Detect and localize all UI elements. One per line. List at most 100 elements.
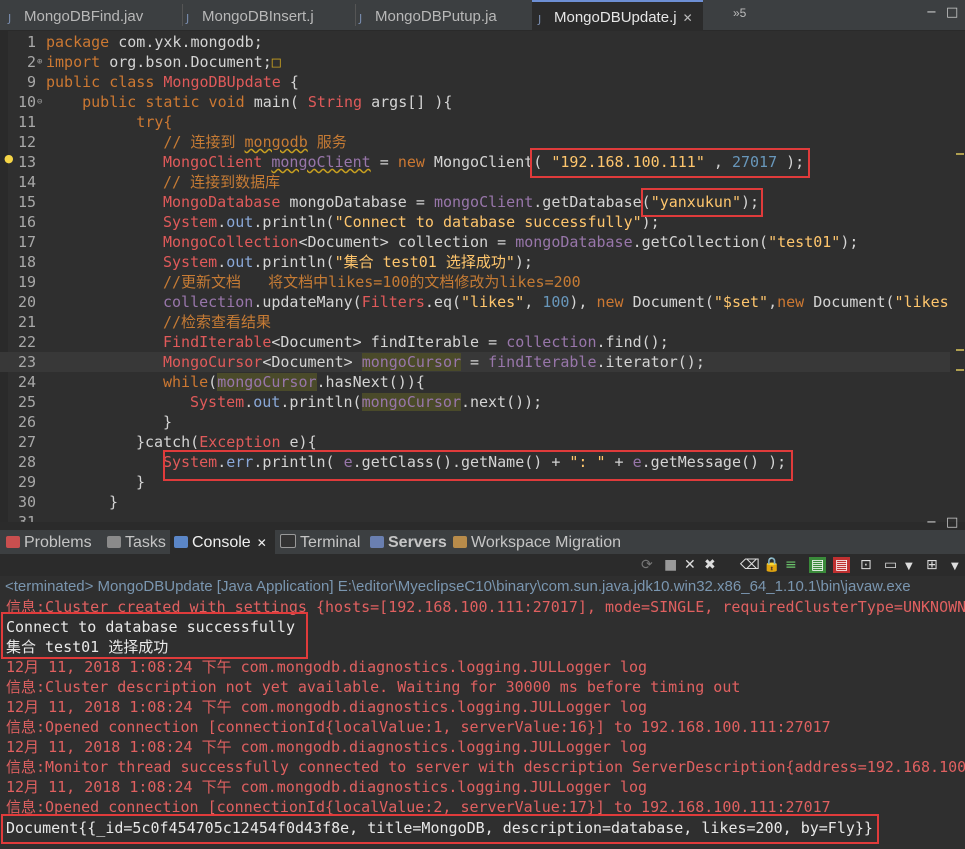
- tab-console[interactable]: Console ✕: [170, 530, 275, 554]
- remove-launch-icon[interactable]: ✕: [684, 557, 696, 573]
- chevron-down-icon[interactable]: ▼: [951, 559, 959, 575]
- tab-servers[interactable]: Servers: [370, 530, 447, 554]
- code-token: try{: [46, 113, 173, 131]
- fold-collapse-icon[interactable]: ⊖: [37, 92, 42, 112]
- code-token: }: [109, 493, 119, 511]
- code-token: out: [226, 253, 254, 271]
- console-line: 信息:Cluster description not yet available…: [6, 678, 741, 696]
- code-token: mongoDatabase: [515, 233, 633, 251]
- maximize-icon[interactable]: □: [946, 5, 958, 20]
- tab-workspace-migration[interactable]: Workspace Migration: [453, 530, 621, 554]
- chevron-down-icon[interactable]: ▼: [905, 559, 913, 575]
- code-token: 27017: [731, 153, 778, 171]
- code-token: org.bson.Document;: [100, 53, 272, 71]
- word-wrap-icon[interactable]: ≡: [785, 557, 797, 573]
- code-token: {: [280, 73, 299, 91]
- code-token: new: [596, 293, 624, 311]
- tab-mongodbinsert[interactable]: J MongoDBInsert.j: [186, 0, 314, 30]
- tab-label: Tasks: [125, 534, 166, 551]
- close-tab-icon[interactable]: ✕: [257, 536, 267, 550]
- code-line: 17 MongoCollection<Document> collection =…: [0, 232, 950, 252]
- console-line: 信息:Monitor thread successfully connected…: [6, 758, 965, 776]
- line-number: 18: [17, 253, 36, 271]
- terminal-icon: [280, 534, 296, 548]
- tab-mongodbupdate[interactable]: J MongoDBUpdate.j ✕: [532, 0, 703, 32]
- code-token: );: [641, 213, 660, 231]
- code-token: .eq(: [424, 293, 462, 311]
- line-number: 22: [17, 333, 36, 351]
- tab-overflow-button[interactable]: »5: [733, 6, 746, 20]
- minimize-icon[interactable]: −: [926, 5, 937, 20]
- fold-expand-icon[interactable]: ⊕: [37, 52, 42, 72]
- tab-tasks[interactable]: Tasks: [107, 530, 166, 554]
- console-line: 信息:Opened connection [connectionId{local…: [6, 798, 831, 816]
- code-line: 25 System.out.println(mongoCursor.next())…: [0, 392, 950, 412]
- code-token: collection: [506, 333, 597, 351]
- code-line: 30}: [0, 492, 950, 512]
- maximize-icon[interactable]: □: [946, 515, 958, 530]
- code-token: com.yxk.mongodb;: [109, 33, 263, 51]
- line-number: 31: [17, 513, 36, 522]
- show-stderr-icon[interactable]: ▤: [833, 557, 851, 573]
- code-line: 31: [0, 512, 950, 522]
- tab-mongodbputup[interactable]: J MongoDBPutup.ja: [359, 0, 497, 30]
- servers-icon: [370, 536, 384, 548]
- code-token: (: [208, 373, 218, 391]
- scroll-lock-icon[interactable]: 🔒: [763, 557, 780, 573]
- refresh-icon[interactable]: ⟳: [641, 557, 653, 573]
- code-line: 18 System.out.println("集合 test01 选择成功");: [0, 252, 950, 272]
- code-token: mongoCursor: [361, 353, 462, 371]
- code-token: public class: [46, 73, 164, 91]
- code-token: .updateMany(: [253, 293, 362, 311]
- console-line: Document{{_id=5c0f454705c12454f0d43f8e, …: [6, 819, 873, 837]
- code-token: "test01": [768, 233, 841, 251]
- code-token: "Connect to database successfully": [334, 213, 642, 231]
- code-line: 9 public class MongoDBUpdate {: [0, 72, 950, 92]
- line-number: 10: [17, 93, 36, 111]
- code-token: Document(: [623, 293, 714, 311]
- code-token: err: [226, 453, 254, 471]
- clear-console-icon[interactable]: ⌫: [740, 557, 760, 573]
- code-token: ,: [704, 153, 732, 171]
- code-token: MongoDBUpdate: [163, 73, 281, 91]
- code-token: );: [840, 233, 859, 251]
- console-output[interactable]: 信息:Cluster created with settings {hosts=…: [0, 597, 965, 849]
- console-line: 集合 test01 选择成功: [6, 638, 169, 656]
- tab-divider: [355, 4, 356, 26]
- code-token: .println(: [280, 393, 362, 411]
- line-number: 24: [17, 373, 36, 391]
- code-line: 27}catch(Exception e){: [0, 432, 950, 452]
- tab-terminal[interactable]: Terminal: [280, 530, 360, 554]
- panel-splitter[interactable]: − □: [0, 515, 965, 530]
- code-token: }: [136, 473, 146, 491]
- code-token: <Document>: [262, 353, 362, 371]
- code-line: 19 //更新文档 将文档中likes=100的文档修改为likes=200: [0, 272, 950, 292]
- remove-all-launches-icon[interactable]: ✖: [704, 557, 716, 573]
- code-token: "yanxukun": [650, 193, 741, 211]
- tab-mongodbfind[interactable]: J MongoDBFind.jav: [8, 0, 143, 30]
- code-token: MongoCollection: [163, 233, 299, 251]
- code-token: "likes": [461, 293, 525, 311]
- console-line: 信息:Cluster created with settings {hosts=…: [6, 598, 965, 616]
- tab-label: MongoDBUpdate.j: [554, 9, 677, 26]
- tab-problems[interactable]: Problems: [6, 530, 92, 554]
- close-tab-icon[interactable]: ✕: [683, 11, 693, 25]
- display-console-icon[interactable]: ▭: [884, 557, 897, 573]
- code-token: e: [632, 453, 642, 471]
- code-token: 100: [542, 293, 570, 311]
- code-token: .: [217, 453, 227, 471]
- line-number: 17: [17, 233, 36, 251]
- code-line: 11 try{: [0, 112, 950, 132]
- code-editor[interactable]: ● 1 package com.yxk.mongodb; 2 ⊕ import org…: [0, 31, 965, 522]
- code-token: "$set": [713, 293, 769, 311]
- code-token: findIterable: [488, 353, 597, 371]
- minimize-icon[interactable]: −: [926, 515, 937, 530]
- console-line: 12月 11, 2018 1:08:24 下午 com.mongodb.diag…: [6, 698, 648, 716]
- code-token: ),: [569, 293, 597, 311]
- terminate-icon[interactable]: ■: [664, 557, 677, 573]
- code-token: .: [217, 213, 227, 231]
- new-console-icon[interactable]: ⊞: [926, 557, 938, 573]
- pin-console-icon[interactable]: ⊡: [860, 557, 872, 573]
- code-token: <Document> findIterable =: [271, 333, 507, 351]
- show-stdout-icon[interactable]: ▤: [809, 557, 827, 573]
